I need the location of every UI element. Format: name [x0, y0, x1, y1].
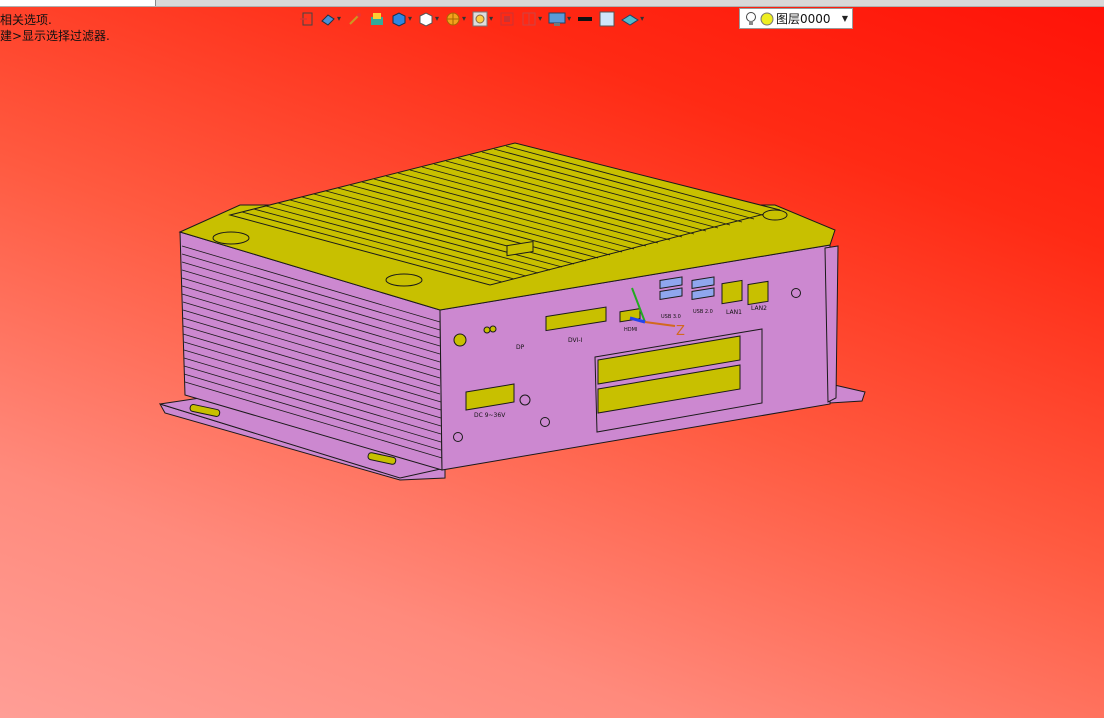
power-button — [453, 333, 467, 347]
led-indicator — [483, 326, 491, 334]
lan2-label: LAN2 — [751, 305, 767, 312]
dvi-label: DVI-I — [568, 337, 583, 344]
top-mount-tab — [385, 273, 423, 287]
cad-viewport[interactable]: DP DVI-I HDMI USB 3.0 USB 2.0 LAN1 LAN2 … — [0, 0, 1104, 718]
top-mount-tab — [762, 209, 788, 221]
led-indicator — [489, 325, 497, 333]
hdmi-label: HDMI — [624, 327, 637, 333]
usb-b-label: USB 2.0 — [693, 309, 713, 315]
dc-label: DC 9~36V — [474, 412, 506, 419]
lan2-port — [747, 280, 769, 306]
lan1-port — [721, 279, 743, 305]
triad-z-label: Z — [676, 324, 685, 339]
top-mount-tab — [212, 231, 250, 245]
lan1-label: LAN1 — [726, 309, 742, 316]
dp-label: DP — [516, 344, 525, 351]
usb-a-label: USB 3.0 — [661, 314, 681, 320]
